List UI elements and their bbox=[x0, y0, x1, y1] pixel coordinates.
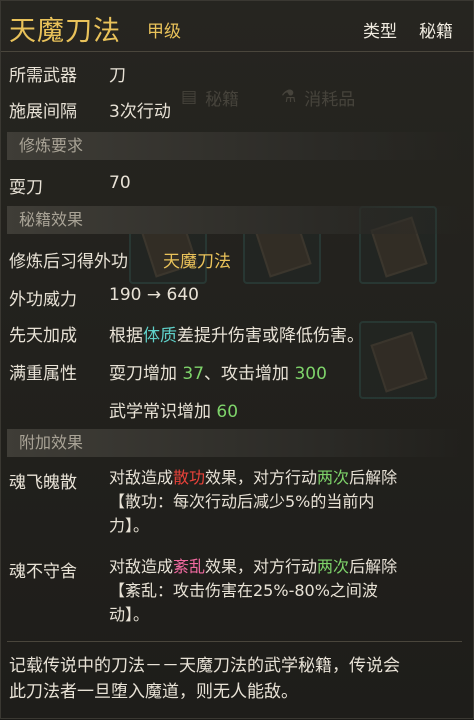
section-requirement: 修炼要求 bbox=[7, 132, 462, 160]
extra1-line1: 对敌造成散功效果，对方行动两次后解除 bbox=[109, 468, 398, 487]
power-values: 190 → 640 bbox=[109, 285, 199, 305]
skill-tooltip: ▤ 秘籍 ⚗ 消耗品 天魔刀法 甲级 类型 秘籍 所需武器 刀 施展间隔 3次行… bbox=[0, 0, 474, 719]
full-line2-a: 武学常识增加 bbox=[109, 402, 217, 422]
tab-books-label: 秘籍 bbox=[205, 89, 240, 110]
power-arrow: → bbox=[146, 285, 162, 305]
power-label: 外功威力 bbox=[9, 290, 77, 310]
extra2-line1: 对敌造成紊乱效果，对方行动两次后解除 bbox=[109, 557, 398, 576]
weapon-row: 所需武器 刀 bbox=[9, 61, 126, 86]
extra1-line3: 力】。 bbox=[109, 516, 150, 535]
full-line1: 耍刀增加 37、攻击增加 300 bbox=[109, 359, 327, 384]
tooltip-header: 天魔刀法 甲级 类型 秘籍 bbox=[1, 1, 474, 52]
innate-post: 差提升伤害或降低伤害。 bbox=[177, 326, 364, 346]
full-line1-d: 300 bbox=[294, 364, 327, 384]
extra1-desc: 对敌造成散功效果，对方行动两次后解除 【散功：每次行动后减少5%的当前内 力】。 bbox=[109, 466, 459, 538]
learn-row: 修炼后习得外功 天魔刀法 bbox=[9, 247, 231, 272]
innate-text: 根据体质差提升伤害或降低伤害。 bbox=[109, 321, 364, 346]
extra1-line2: 【散功：每次行动后减少5%的当前内 bbox=[109, 492, 375, 511]
section-extra: 附加效果 bbox=[7, 429, 462, 457]
lore-text: 记载传说中的刀法－－天魔刀法的武学秘籍，传说会 此刀法者一旦堕入魔道，则无人能敌… bbox=[9, 653, 469, 705]
learn-value: 天魔刀法 bbox=[163, 252, 231, 272]
skill-title: 天魔刀法 bbox=[9, 16, 121, 47]
tab-consumables: ⚗ 消耗品 bbox=[281, 79, 355, 115]
skill-grade: 甲级 bbox=[147, 22, 181, 42]
full-line1-b: 37 bbox=[182, 364, 205, 384]
book-icon: ▤ bbox=[181, 87, 198, 107]
type-value: 秘籍 bbox=[419, 22, 453, 42]
extra1-name: 魂飞魄散 bbox=[9, 473, 77, 493]
tab-consumables-label: 消耗品 bbox=[304, 89, 356, 110]
extra2-line3: 动】。 bbox=[109, 605, 150, 624]
learn-label: 修炼后习得外功 bbox=[9, 252, 128, 272]
requirement-row: 耍刀 70 bbox=[9, 173, 131, 198]
power-to: 640 bbox=[166, 285, 199, 305]
interval-row: 施展间隔 3次行动 bbox=[9, 97, 171, 122]
innate-label: 先天加成 bbox=[9, 326, 77, 346]
item-slot bbox=[359, 321, 437, 399]
innate-row: 先天加成 根据体质差提升伤害或降低伤害。 bbox=[9, 321, 364, 346]
innate-pre: 根据 bbox=[109, 326, 143, 346]
lore-line1: 记载传说中的刀法－－天魔刀法的武学秘籍，传说会 bbox=[9, 656, 400, 676]
type-label: 类型 bbox=[363, 22, 397, 42]
full-line1-c: 、攻击增加 bbox=[204, 364, 295, 384]
full-line2-b: 60 bbox=[216, 402, 239, 422]
interval-label: 施展间隔 bbox=[9, 102, 77, 122]
full-row: 满重属性 耍刀增加 37、攻击增加 300 bbox=[9, 359, 327, 384]
weapon-label: 所需武器 bbox=[9, 66, 77, 86]
footer-divider bbox=[7, 641, 462, 642]
innate-attr: 体质 bbox=[143, 326, 177, 346]
lore-line2: 此刀法者一旦堕入魔道，则无人能敌。 bbox=[9, 682, 298, 702]
power-from: 190 bbox=[109, 285, 142, 305]
weapon-value: 刀 bbox=[109, 66, 126, 86]
potion-icon: ⚗ bbox=[281, 87, 297, 107]
full-row-2: 武学常识增加 60 bbox=[109, 397, 238, 422]
extra2-name: 魂不守舍 bbox=[9, 562, 77, 582]
requirement-value: 70 bbox=[109, 173, 131, 193]
extra2-line2: 【紊乱：攻击伤害在25%-80%之间波 bbox=[109, 581, 378, 600]
interval-value: 3次行动 bbox=[109, 102, 171, 122]
tab-books: ▤ 秘籍 bbox=[181, 79, 239, 115]
full-label: 满重属性 bbox=[9, 364, 77, 384]
requirement-label: 耍刀 bbox=[9, 178, 43, 198]
section-effect: 秘籍效果 bbox=[7, 206, 462, 234]
extra2-desc: 对敌造成紊乱效果，对方行动两次后解除 【紊乱：攻击伤害在25%-80%之间波 动… bbox=[109, 555, 459, 627]
full-line1-a: 耍刀增加 bbox=[109, 364, 183, 384]
power-row: 外功威力 190 → 640 bbox=[9, 285, 199, 310]
